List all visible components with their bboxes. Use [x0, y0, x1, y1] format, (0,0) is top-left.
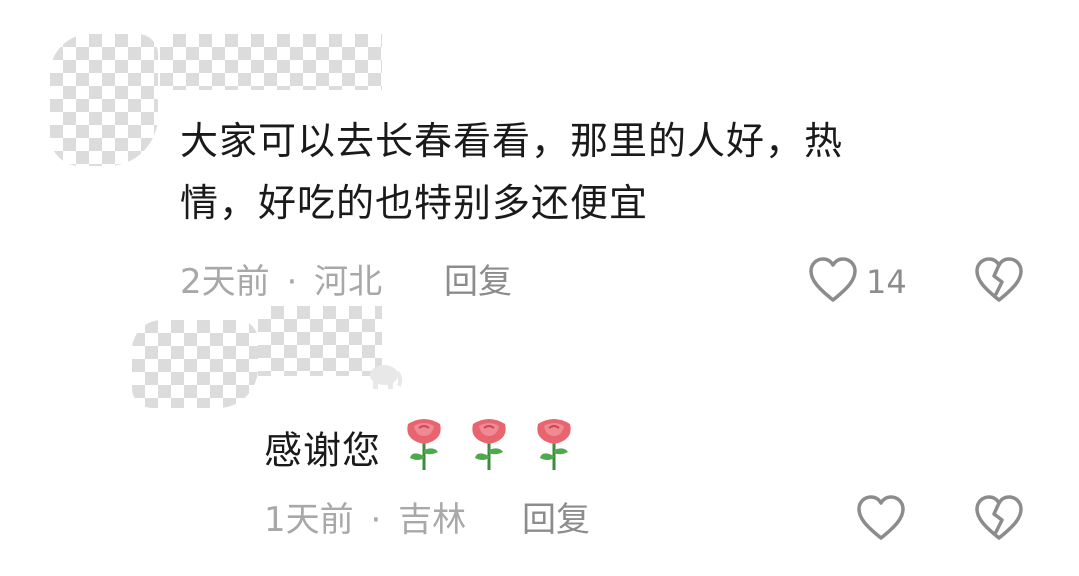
heart-icon [857, 495, 905, 540]
comment-meta: 2天前 · 河北 [180, 262, 382, 302]
avatar-redacted[interactable] [50, 34, 158, 166]
dislike-button[interactable] [974, 256, 1024, 308]
broken-heart-icon [975, 495, 1023, 540]
comment-text-line: 大家可以去长春看看，那里的人好，热 [180, 119, 844, 163]
rose-icon [402, 416, 446, 490]
reply-button[interactable]: 回复 [444, 262, 512, 302]
dislike-button[interactable] [974, 494, 1024, 546]
meta-separator: · [286, 262, 298, 302]
rose-icon [532, 416, 576, 490]
comment-time: 1天前 [264, 500, 354, 540]
like-button[interactable] [808, 256, 858, 308]
meta-separator: · [370, 500, 382, 540]
avatar-redacted[interactable] [132, 320, 258, 408]
comment-meta: 1天前 · 吉林 [264, 500, 466, 540]
comment-text: 大家可以去长春看看，那里的人好，热 情，好吃的也特别多还便宜 [180, 110, 1000, 234]
comment-text-line: 感谢您 [264, 428, 382, 473]
like-count: 14 [866, 263, 907, 301]
reply-button[interactable]: 回复 [522, 500, 590, 540]
comment-time: 2天前 [180, 262, 270, 302]
comment-text-line: 情，好吃的也特别多还便宜 [180, 181, 649, 225]
comment-location: 吉林 [398, 500, 467, 540]
comment-location: 河北 [314, 262, 383, 302]
elephant-icon [364, 360, 404, 390]
comment-text: 感谢您 [264, 416, 764, 490]
username-redacted[interactable] [160, 34, 382, 90]
broken-heart-icon [975, 257, 1023, 302]
rose-icon [467, 416, 511, 490]
heart-icon [809, 257, 857, 302]
like-button[interactable] [856, 494, 906, 546]
